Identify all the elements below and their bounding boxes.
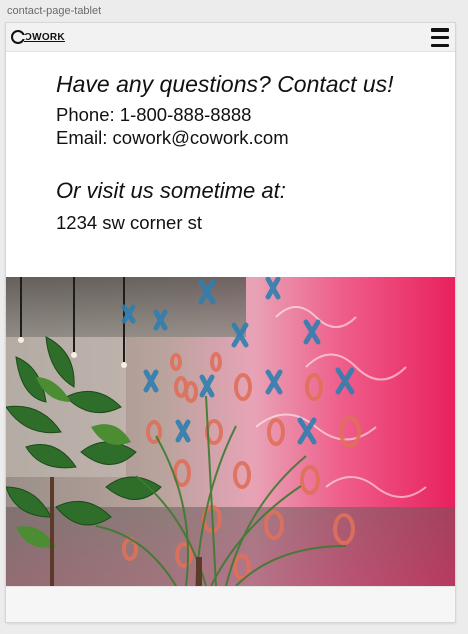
cowork-logo[interactable]: OWORK (11, 29, 65, 45)
office-photo (6, 277, 455, 586)
email-line: Email: cowork@cowork.com (56, 127, 289, 148)
tablet-viewport: OWORK Have any questions? Contact us! Ph… (6, 23, 455, 622)
hamburger-menu-icon[interactable] (431, 28, 449, 47)
phone-line: Phone: 1-800-888-8888 (56, 104, 252, 125)
contact-section: Have any questions? Contact us! Phone: 1… (56, 69, 446, 234)
logo-text: OWORK (24, 31, 65, 43)
address-line: 1234 sw corner st (56, 212, 203, 233)
navbar: OWORK (6, 23, 455, 52)
page-footer (6, 586, 455, 622)
frame-label: contact-page-tablet (7, 5, 102, 17)
logo-c-mark (11, 30, 26, 44)
contact-heading: Have any questions? Contact us! (56, 71, 394, 97)
visit-heading: Or visit us sometime at: (56, 178, 286, 203)
